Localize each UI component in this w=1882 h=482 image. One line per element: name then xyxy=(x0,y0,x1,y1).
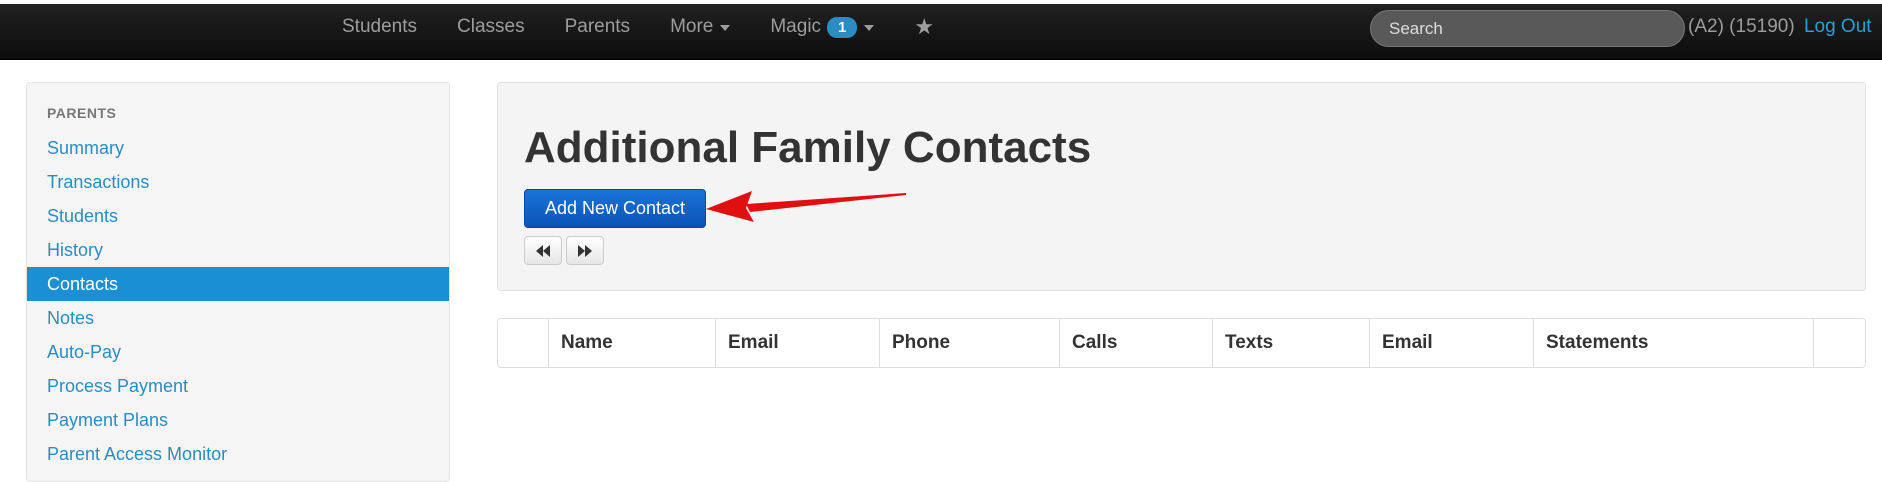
nav-classes-label: Classes xyxy=(457,16,525,37)
nav-students[interactable]: Students xyxy=(322,4,437,50)
contacts-table: Name Email Phone Calls Texts Email State… xyxy=(497,318,1866,368)
red-arrow-annotation xyxy=(706,191,906,222)
column-header-name[interactable]: Name xyxy=(549,319,716,367)
page-title: Additional Family Contacts xyxy=(524,123,1092,172)
sidebar-item-contacts[interactable]: Contacts xyxy=(27,267,449,301)
column-header-calls[interactable]: Calls xyxy=(1060,319,1213,367)
sidebar-item-auto-pay[interactable]: Auto-Pay xyxy=(27,335,449,369)
main-nav: Students Classes Parents More Magic 1 ★ xyxy=(322,4,954,50)
column-header-email-notify[interactable]: Email xyxy=(1370,319,1534,367)
star-icon: ★ xyxy=(914,14,935,39)
user-info: (A2) (15190) Log Out xyxy=(1688,16,1872,38)
favorites-button[interactable]: ★ xyxy=(894,4,954,50)
column-header-phone[interactable]: Phone xyxy=(880,319,1060,367)
column-header-email[interactable]: Email xyxy=(716,319,880,367)
sidebar-item-history[interactable]: History xyxy=(27,233,449,267)
fast-backward-icon xyxy=(536,244,550,257)
sidebar-item-notes[interactable]: Notes xyxy=(27,301,449,335)
nav-classes[interactable]: Classes xyxy=(437,4,545,50)
record-navigation xyxy=(524,236,604,265)
sidebar-item-parent-access-monitor[interactable]: Parent Access Monitor xyxy=(27,437,449,471)
previous-record-button[interactable] xyxy=(524,236,562,265)
caret-down-icon xyxy=(720,25,731,31)
column-header-statements[interactable]: Statements xyxy=(1534,319,1814,367)
add-new-contact-button[interactable]: Add New Contact xyxy=(524,189,706,228)
user-id-text: (A2) (15190) xyxy=(1688,16,1795,37)
nav-magic-dropdown[interactable]: Magic 1 xyxy=(750,4,894,50)
sidebar-item-transactions[interactable]: Transactions xyxy=(27,165,449,199)
table-header-row: Name Email Phone Calls Texts Email State… xyxy=(498,319,1865,367)
next-record-button[interactable] xyxy=(566,236,604,265)
sidebar-item-payment-plans[interactable]: Payment Plans xyxy=(27,403,449,437)
sidebar-header: PARENTS xyxy=(47,105,117,121)
nav-magic-label: Magic xyxy=(770,16,822,37)
sidebar-nav-list: Summary Transactions Students History Co… xyxy=(27,131,449,471)
column-header-texts[interactable]: Texts xyxy=(1213,319,1370,367)
nav-more-dropdown[interactable]: More xyxy=(650,4,750,50)
search-input[interactable] xyxy=(1370,10,1685,47)
sidebar-item-summary[interactable]: Summary xyxy=(27,131,449,165)
caret-down-icon xyxy=(864,25,875,31)
magic-count-badge: 1 xyxy=(827,16,858,38)
sidebar-item-students[interactable]: Students xyxy=(27,199,449,233)
column-header-select xyxy=(498,319,549,367)
nav-more-label: More xyxy=(670,16,714,37)
logout-link[interactable]: Log Out xyxy=(1804,16,1872,37)
sidebar-item-process-payment[interactable]: Process Payment xyxy=(27,369,449,403)
top-navbar: Students Classes Parents More Magic 1 ★ … xyxy=(0,0,1882,60)
column-header-actions xyxy=(1814,319,1865,367)
nav-parents[interactable]: Parents xyxy=(545,4,650,50)
nav-parents-label: Parents xyxy=(564,16,631,37)
sidebar: PARENTS Summary Transactions Students Hi… xyxy=(26,82,450,482)
nav-students-label: Students xyxy=(342,16,417,37)
fast-forward-icon xyxy=(578,244,592,257)
